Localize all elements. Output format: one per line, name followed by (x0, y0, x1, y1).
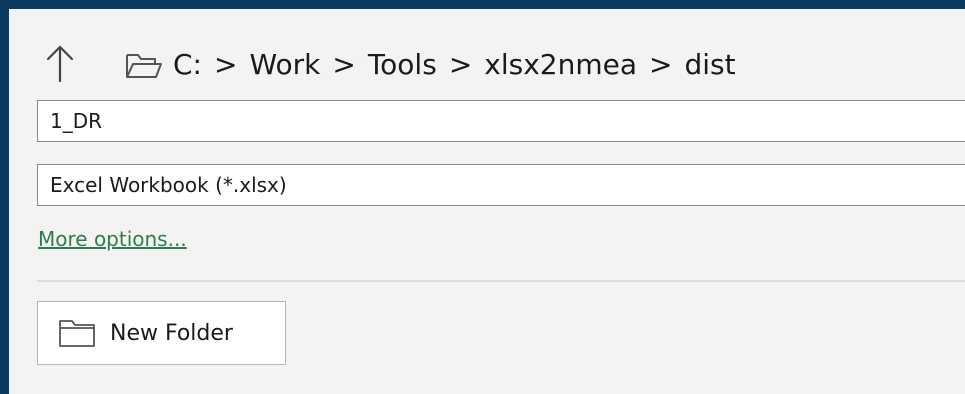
arrow-up-icon[interactable] (45, 43, 75, 83)
breadcrumb-item-xlsx2nmea[interactable]: xlsx2nmea (484, 45, 637, 85)
divider (37, 280, 965, 282)
breadcrumb: C: > Work > Tools > xlsx2nmea > dist (173, 45, 736, 85)
new-folder-button[interactable]: New Folder (37, 301, 286, 365)
folder-icon (59, 320, 95, 347)
breadcrumb-separator: > (213, 48, 238, 81)
more-options-link[interactable]: More options... (38, 227, 187, 251)
file-name-input[interactable]: 1_DR (37, 100, 965, 142)
breadcrumb-item-drive[interactable]: C: (173, 45, 202, 85)
breadcrumb-item-dist[interactable]: dist (684, 45, 735, 85)
file-type-select[interactable]: Excel Workbook (*.xlsx) (37, 164, 965, 206)
new-folder-label: New Folder (110, 320, 233, 346)
folder-open-icon (126, 54, 162, 78)
save-dialog-panel: C: > Work > Tools > xlsx2nmea > dist 1_D… (9, 9, 965, 394)
breadcrumb-separator: > (332, 48, 356, 81)
breadcrumb-item-work[interactable]: Work (249, 45, 320, 85)
breadcrumb-separator: > (649, 48, 673, 81)
breadcrumb-separator: > (448, 48, 473, 81)
breadcrumb-item-tools[interactable]: Tools (368, 45, 437, 85)
